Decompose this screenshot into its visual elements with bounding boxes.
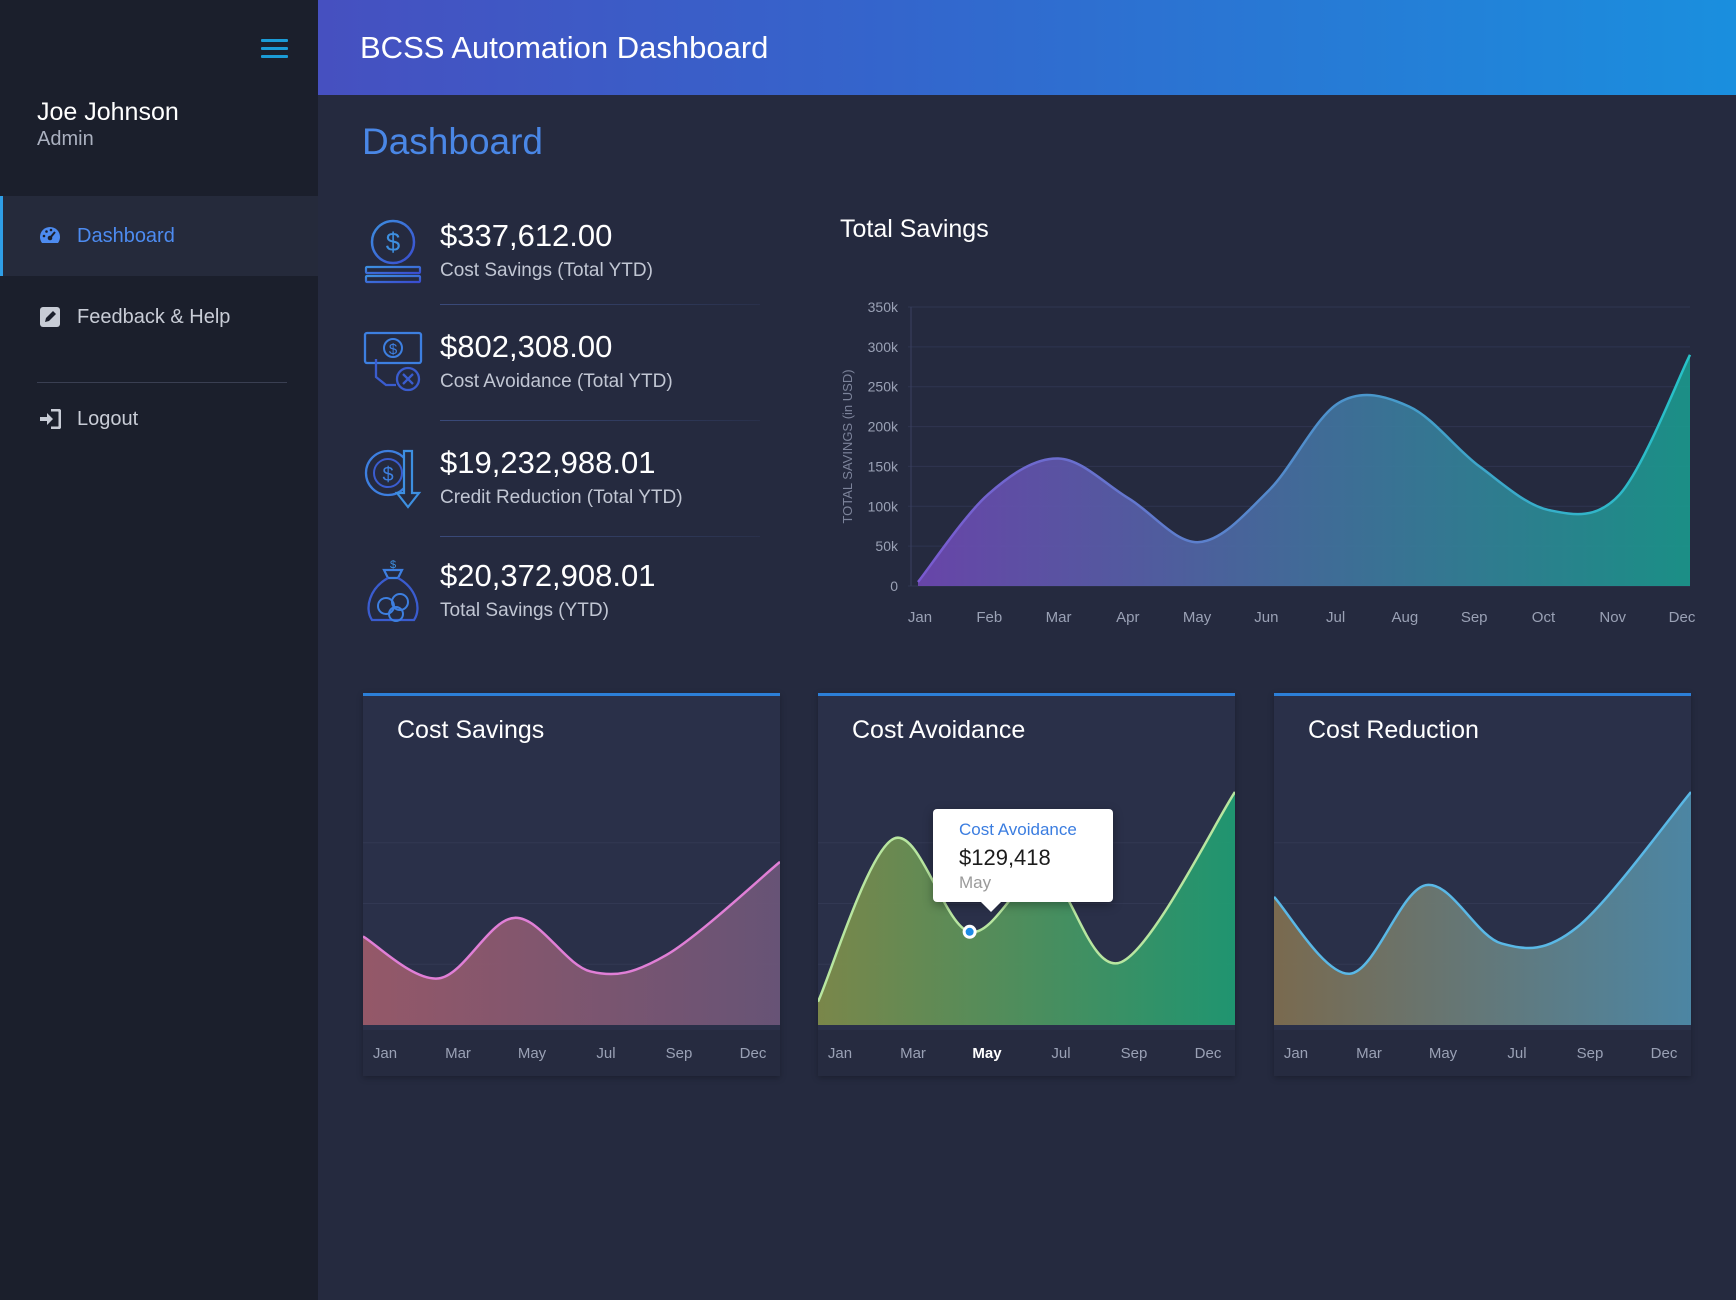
cost-savings-chart: Jan Mar May Jul Sep Dec [363, 842, 780, 1062]
card-title: Cost Reduction [1308, 716, 1479, 744]
stat-divider [440, 420, 760, 421]
x-tick-label: Apr [1116, 609, 1139, 626]
x-tick-label: Mar [445, 1045, 471, 1062]
x-tick-label: Jul [1326, 609, 1345, 626]
sidebar: Joe Johnson Admin Dashboard Feedback & H… [0, 0, 318, 1300]
x-tick-label: May [1429, 1045, 1458, 1062]
total-savings-chart: 0 50k 100k 150k 200k 250k 300k 350k TOTAL SAVING… [840, 299, 1696, 626]
dashboard-gauge-icon [37, 223, 63, 249]
svg-text:$: $ [386, 227, 401, 257]
sign-in-icon [37, 406, 63, 432]
stat-cost-savings: $ $337,612.00 Cost Savings (Total YTD) [362, 218, 762, 318]
x-tick-label: Jul [1051, 1045, 1070, 1062]
tooltip-month: May [959, 873, 992, 892]
edit-icon [37, 304, 63, 330]
tooltip-series: Cost Avoidance [959, 820, 1077, 839]
card-cost-savings: Cost Savings Jan Mar May Jul Sep Dec [363, 693, 780, 1076]
y-tick-label: 50k [875, 538, 899, 554]
card-title: Cost Avoidance [852, 716, 1026, 744]
x-tick-label: Dec [1195, 1045, 1222, 1062]
svg-text:$: $ [390, 559, 396, 571]
x-tick-label: Jan [828, 1045, 852, 1062]
stat-label: Cost Avoidance (Total YTD) [440, 371, 673, 392]
series-area [363, 861, 780, 1025]
x-tick-label: Nov [1599, 609, 1626, 626]
coin-stack-icon: $ [364, 219, 422, 284]
x-tick-label: Jul [596, 1045, 615, 1062]
stat-value: $337,612.00 [440, 218, 613, 253]
svg-text:$: $ [389, 341, 398, 358]
money-bag-icon: $ [367, 559, 419, 622]
highlight-point-center [965, 927, 974, 936]
x-tick-label: Mar [900, 1045, 926, 1062]
x-tick-label: Dec [740, 1045, 767, 1062]
y-tick-label: 350k [868, 299, 899, 315]
nav-item-logout[interactable]: Logout [0, 379, 318, 459]
chart-title-total-savings: Total Savings [840, 215, 989, 243]
y-tick-label: 250k [868, 379, 899, 395]
y-tick-label: 200k [868, 419, 899, 435]
y-axis-label: TOTAL SAVINGS (in USD) [840, 369, 855, 523]
stat-cost-avoidance: $ $802,308.00 Cost Avoidance (Total YTD) [362, 329, 762, 429]
x-tick-label: Mar [1356, 1045, 1382, 1062]
stat-label: Credit Reduction (Total YTD) [440, 487, 683, 508]
card-cost-reduction: Cost Reduction Jan Mar May Jul Sep Dec [1274, 693, 1691, 1076]
y-tick-label: 300k [868, 339, 899, 355]
x-tick-label: Dec [1651, 1045, 1678, 1062]
nav-item-label: Logout [77, 407, 139, 430]
tooltip-value: $129,418 [959, 845, 1051, 870]
stat-value: $19,232,988.01 [440, 445, 656, 480]
x-tick-label: Jan [908, 609, 932, 626]
stat-total-savings: $ $20,372,908.01 Total Savings (YTD) [362, 558, 762, 658]
stat-label: Total Savings (YTD) [440, 600, 609, 621]
stat-divider [440, 304, 760, 305]
y-tick-label: 100k [868, 498, 899, 514]
x-tick-label: Sep [1461, 609, 1488, 626]
stat-value: $20,372,908.01 [440, 558, 656, 593]
x-tick-label: Sep [1121, 1045, 1148, 1062]
x-tick-label: Dec [1669, 609, 1696, 626]
page-title: Dashboard [362, 121, 544, 162]
nav-item-label: Feedback & Help [77, 305, 231, 328]
stat-credit-reduction: $ $19,232,988.01 Credit Reduction (Total… [362, 445, 762, 545]
top-header: BCSS Automation Dashboard [318, 0, 1736, 95]
stat-divider [440, 536, 760, 537]
x-tick-label: Sep [666, 1045, 693, 1062]
cost-reduction-chart: Jan Mar May Jul Sep Dec [1274, 791, 1691, 1062]
x-tick-label: Mar [1046, 609, 1072, 626]
x-tick-label: May [1183, 609, 1212, 626]
card-title: Cost Savings [397, 716, 545, 744]
x-tick-label: Jan [373, 1045, 397, 1062]
x-tick-label: Oct [1532, 609, 1556, 626]
nav-item-label: Dashboard [77, 224, 175, 247]
x-tick-label: Jun [1254, 609, 1278, 626]
x-tick-label: Jan [1284, 1045, 1308, 1062]
x-tick-label: Aug [1392, 609, 1419, 626]
hamburger-menu-icon[interactable] [261, 39, 288, 59]
x-tick-label: Sep [1577, 1045, 1604, 1062]
app-title: BCSS Automation Dashboard [360, 30, 769, 65]
coin-down-icon: $ [364, 449, 422, 509]
stat-label: Cost Savings (Total YTD) [440, 260, 653, 281]
series-area [1274, 792, 1691, 1025]
stat-value: $802,308.00 [440, 329, 613, 364]
cash-hand-icon: $ [363, 331, 423, 392]
svg-text:$: $ [382, 464, 393, 486]
user-role: Admin [37, 128, 94, 150]
x-tick-label: Jul [1507, 1045, 1526, 1062]
x-tick-label: May [972, 1045, 1002, 1062]
x-tick-label: May [518, 1045, 547, 1062]
y-tick-label: 0 [890, 578, 898, 594]
x-tick-label: Feb [976, 609, 1002, 626]
chart-tooltip: Cost Avoidance $129,418 May [933, 809, 1113, 912]
nav-item-dashboard[interactable]: Dashboard [0, 196, 318, 276]
nav-item-feedback-help[interactable]: Feedback & Help [0, 277, 318, 357]
user-name: Joe Johnson [37, 98, 179, 126]
series-area [918, 354, 1690, 586]
y-tick-label: 150k [868, 458, 899, 474]
